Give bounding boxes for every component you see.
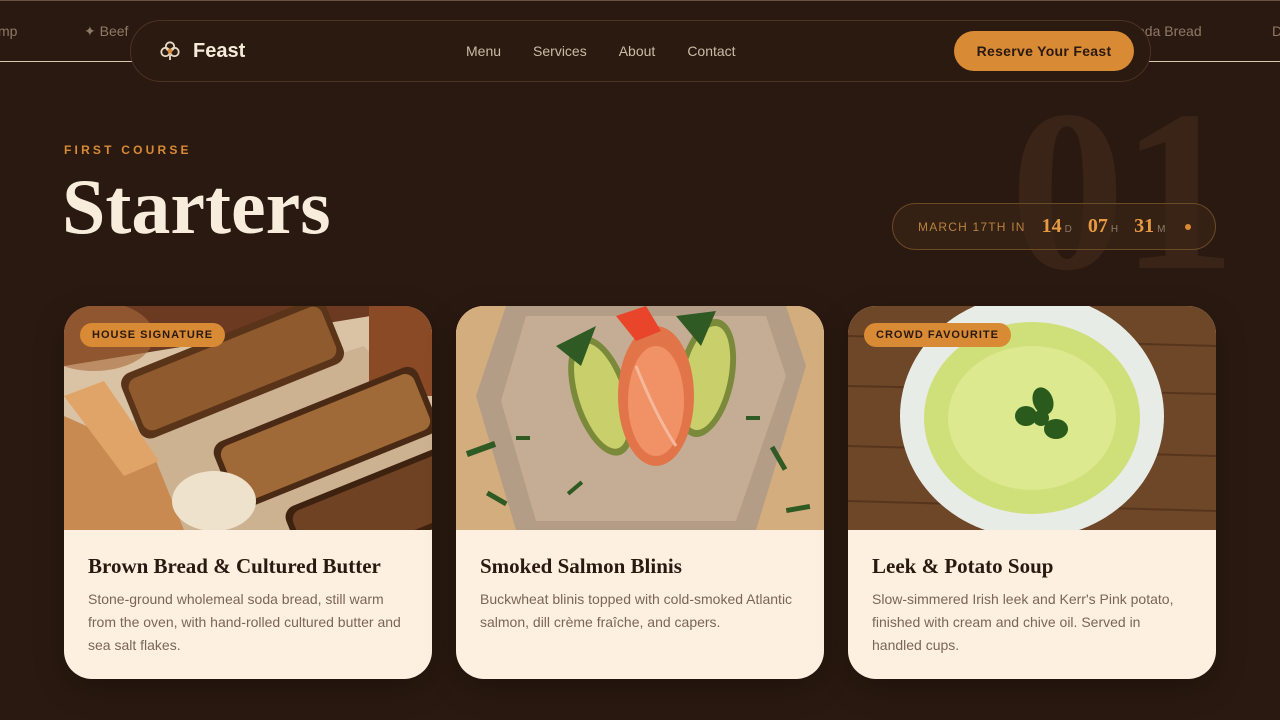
- countdown-pill: MARCH 17TH IN 14 D 07 H 31 M: [892, 203, 1216, 250]
- salmon-photo: [456, 306, 824, 530]
- section-number: 01: [1010, 63, 1236, 318]
- menu-card-smoked-salmon[interactable]: Smoked Salmon Blinis Buckwheat blinis to…: [456, 306, 824, 679]
- card-title: Leek & Potato Soup: [872, 554, 1054, 578]
- brand-name: Feast: [193, 39, 246, 62]
- card-badge: HOUSE SIGNATURE: [80, 323, 226, 347]
- countdown-days-value: 14: [1041, 215, 1062, 237]
- card-title: Smoked Salmon Blinis: [480, 554, 682, 578]
- navbar: Feast Menu Services About Contact Reserv…: [130, 20, 1151, 82]
- countdown-hours-unit: H: [1110, 224, 1119, 235]
- clover-icon: [159, 40, 181, 62]
- menu-card-brown-bread[interactable]: HOUSE SIGNATURE Brown Bread & Cultured B…: [64, 306, 432, 679]
- countdown-minutes-unit: M: [1157, 224, 1166, 235]
- brand-logo-link[interactable]: Feast: [159, 40, 245, 63]
- nav-links: Menu Services About Contact: [466, 43, 736, 59]
- nav-link-about[interactable]: About: [619, 43, 656, 59]
- nav-link-services[interactable]: Services: [533, 43, 587, 59]
- menu-card-leek-potato-soup[interactable]: CROWD FAVOURITE Leek & Potato Soup Slow-…: [848, 306, 1216, 679]
- countdown-days-unit: D: [1064, 224, 1072, 235]
- countdown-minutes-value: 31: [1134, 215, 1155, 237]
- marquee-item: ✦ Beef: [84, 23, 129, 39]
- page-title: Starters: [62, 163, 331, 250]
- section-eyebrow: FIRST COURSE: [64, 143, 192, 157]
- marquee-item: mp: [0, 23, 18, 39]
- nav-link-menu[interactable]: Menu: [466, 43, 501, 59]
- countdown-hours-value: 07: [1087, 215, 1108, 237]
- card-description: Stone-ground wholemeal soda bread, still…: [88, 591, 401, 653]
- countdown-hours: 07 H: [1088, 215, 1118, 238]
- nav-link-contact[interactable]: Contact: [687, 43, 735, 59]
- countdown-minutes: 31 M: [1134, 215, 1165, 238]
- marquee-item: D: [1272, 23, 1280, 39]
- card-badge: CROWD FAVOURITE: [864, 323, 1011, 347]
- card-description: Buckwheat blinis topped with cold-smoked…: [480, 591, 793, 630]
- countdown-days: 14 D: [1042, 215, 1072, 238]
- card-description: Slow-simmered Irish leek and Kerr's Pink…: [872, 591, 1174, 653]
- card-title: Brown Bread & Cultured Butter: [88, 554, 381, 578]
- live-indicator-dot: [1185, 223, 1192, 230]
- countdown-label: MARCH 17TH IN: [918, 219, 1026, 234]
